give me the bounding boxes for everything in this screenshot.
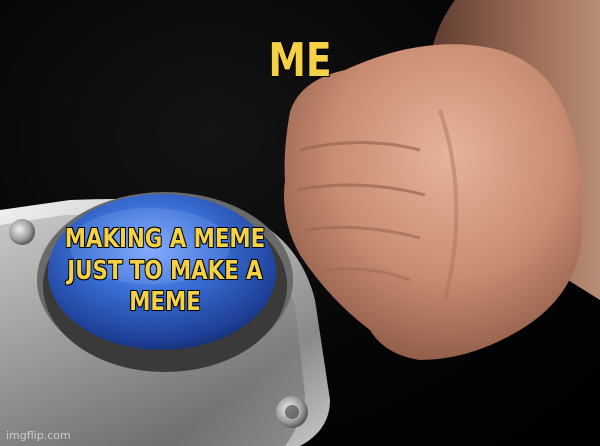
button-caption: MAKING A MEME JUST TO MAKE A MEME <box>64 224 266 318</box>
screw-icon <box>9 219 35 245</box>
meme-image: ME MAKING A MEME JUST TO MAKE A MEME img… <box>0 0 600 446</box>
hand-shape <box>284 44 583 361</box>
watermark: imgflip.com <box>6 429 71 442</box>
top-caption: ME <box>268 33 332 87</box>
